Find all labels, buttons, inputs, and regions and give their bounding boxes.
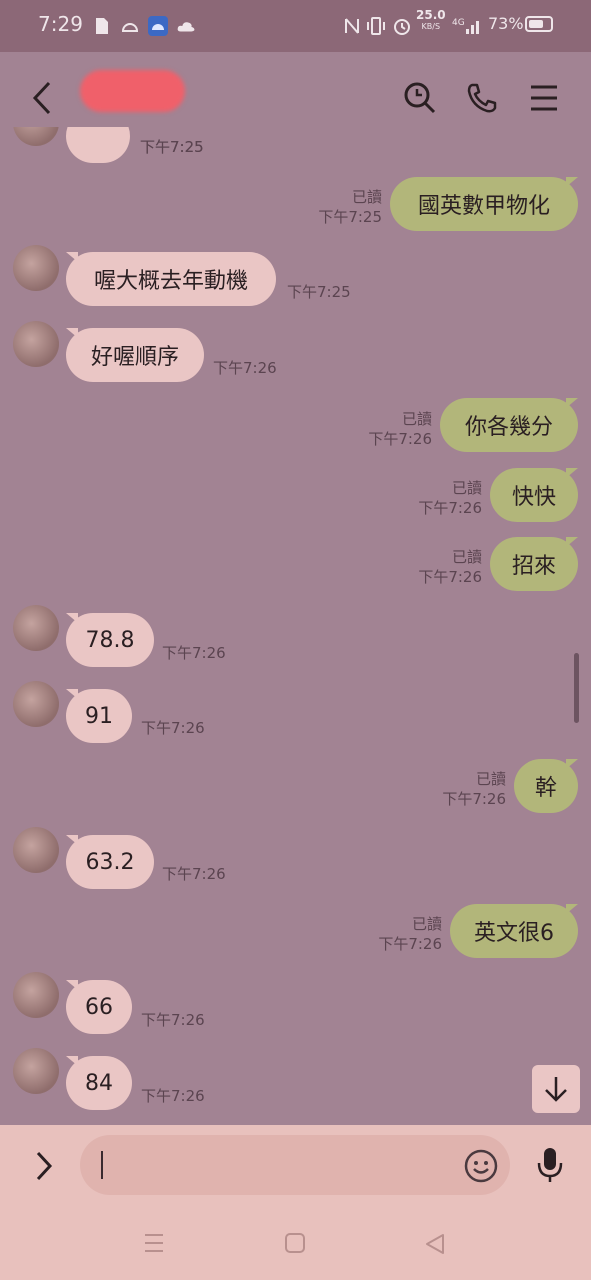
signal-icon (464, 16, 484, 36)
message-time: 下午7:26 (418, 568, 482, 586)
message-bubble-in[interactable]: 78.8 (66, 613, 154, 667)
message-bubble-in[interactable]: 喔大概去年動機 (66, 252, 276, 306)
menu-button[interactable] (524, 78, 564, 118)
notification-cloud-icon (176, 16, 196, 36)
expand-icon[interactable] (24, 1146, 64, 1186)
bubble-tail (566, 904, 578, 914)
read-receipt: 已讀 下午7:26 (350, 409, 432, 449)
read-receipt: 已讀 下午7:26 (424, 769, 506, 809)
read-label: 已讀 (351, 188, 382, 206)
message-time: 下午7:26 (442, 790, 506, 808)
scrollbar[interactable] (574, 653, 579, 723)
message-bubble-out[interactable]: 你各幾分 (440, 398, 578, 452)
message-bubble-in[interactable]: 63.2 (66, 835, 154, 889)
text-caret (101, 1151, 103, 1179)
vibrate-icon (366, 16, 386, 36)
bubble-tail (566, 177, 578, 187)
back-button[interactable] (22, 78, 62, 118)
message-time: 下午7:26 (162, 865, 226, 883)
network-type: 4G (452, 18, 465, 28)
contact-name-redaction-overlay (80, 70, 185, 112)
message-bubble-out[interactable]: 招來 (490, 537, 578, 591)
contact-avatar[interactable] (13, 321, 59, 367)
message-bubble-out[interactable]: 快快 (490, 468, 578, 522)
read-receipt: 已讀 下午7:26 (360, 914, 442, 954)
notification-file-icon (92, 16, 112, 36)
read-receipt: 已讀 下午7:26 (400, 478, 482, 518)
message-time-top: 下午7:25 (140, 138, 204, 156)
alarm-icon (392, 16, 412, 36)
status-time: 7:29 (38, 12, 83, 36)
contact-avatar[interactable] (13, 827, 59, 873)
contact-avatar[interactable] (13, 605, 59, 651)
contact-avatar[interactable] (13, 972, 59, 1018)
contact-avatar[interactable] (13, 681, 59, 727)
read-label: 已讀 (475, 770, 506, 788)
read-label: 已讀 (451, 479, 482, 497)
call-button[interactable] (462, 78, 502, 118)
notification-cloud-outline-icon (120, 16, 140, 36)
read-receipt: 已讀 下午7:25 (300, 187, 382, 227)
bubble-tail (566, 398, 578, 408)
message-bubble-in[interactable]: 好喔順序 (66, 328, 204, 382)
read-label: 已讀 (401, 410, 432, 428)
nav-recents-icon[interactable] (142, 1232, 166, 1256)
message-input[interactable] (80, 1135, 510, 1195)
bubble-tail (566, 759, 578, 769)
message-time: 下午7:26 (418, 499, 482, 517)
message-time: 下午7:26 (368, 430, 432, 448)
message-bubble-in[interactable]: 84 (66, 1056, 132, 1110)
message-bubble-in[interactable]: 66 (66, 980, 132, 1034)
message-time: 下午7:26 (141, 719, 205, 737)
message-time: 下午7:25 (287, 283, 351, 301)
message-time: 下午7:26 (213, 359, 277, 377)
battery-percent: 73% (488, 14, 524, 33)
read-receipt: 已讀 下午7:26 (400, 547, 482, 587)
message-time: 下午7:26 (141, 1011, 205, 1029)
bubble-tail (566, 537, 578, 547)
nav-home-icon[interactable] (284, 1232, 308, 1256)
read-label: 已讀 (411, 915, 442, 933)
search-button[interactable] (400, 78, 440, 118)
bubble-tail (566, 468, 578, 478)
network-speed: 25.0 KB/S (416, 8, 446, 32)
mic-icon[interactable] (530, 1145, 570, 1185)
scroll-down-icon[interactable] (532, 1065, 580, 1113)
emoji-icon[interactable] (462, 1147, 500, 1185)
battery-icon (525, 16, 553, 32)
message-bubble-out[interactable]: 英文很6 (450, 904, 578, 958)
nfc-icon (342, 16, 362, 36)
status-bar: 7:29 25.0 KB/S 4G 73% (0, 0, 591, 52)
message-time: 下午7:25 (318, 208, 382, 226)
nav-back-icon[interactable] (424, 1232, 448, 1256)
network-speed-unit: KB/S (421, 22, 441, 31)
message-bubble-in[interactable]: 91 (66, 689, 132, 743)
message-time: 下午7:26 (162, 644, 226, 662)
contact-avatar[interactable] (13, 245, 59, 291)
message-time: 下午7:26 (378, 935, 442, 953)
message-time: 下午7:26 (141, 1087, 205, 1105)
contact-avatar[interactable] (13, 1048, 59, 1094)
read-label: 已讀 (451, 548, 482, 566)
message-bubble-out[interactable]: 國英數甲物化 (390, 177, 578, 231)
network-speed-value: 25.0 (416, 8, 446, 22)
android-icon (148, 16, 168, 36)
